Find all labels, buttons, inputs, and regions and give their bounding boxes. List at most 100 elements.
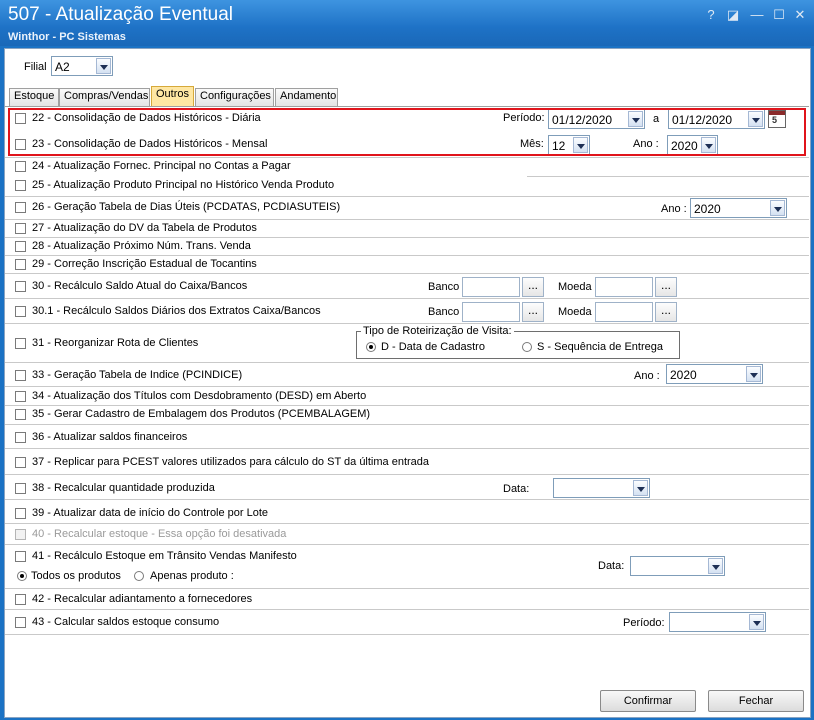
data-label-38: Data: <box>503 483 530 495</box>
checkbox-option-26[interactable] <box>15 202 26 213</box>
chevron-down-icon[interactable] <box>628 111 643 127</box>
option-31-label: 31 - Reorganizar Rota de Clientes <box>32 337 199 349</box>
radio-sequencia-entrega[interactable] <box>522 342 532 352</box>
tab-compras-vendas[interactable]: Compras/Vendas <box>59 88 150 106</box>
option-25-label: 25 - Atualização Produto Principal no Hi… <box>32 179 335 191</box>
moeda-input-30-1[interactable] <box>595 302 653 322</box>
tab-estoque[interactable]: Estoque <box>9 88 59 106</box>
chevron-down-icon[interactable] <box>748 111 763 127</box>
checkbox-option-31[interactable] <box>15 338 26 349</box>
radio-apenas-produto[interactable] <box>134 571 144 581</box>
ano-select-26[interactable]: 2020 <box>690 198 787 218</box>
row-separator <box>5 634 809 635</box>
option-22-label: 22 - Consolidação de Dados Históricos - … <box>32 112 261 124</box>
help-icon[interactable]: ? <box>702 6 720 24</box>
option-29-label: 29 - Correção Inscrição Estadual de Toca… <box>32 258 257 270</box>
checkbox-option-43[interactable] <box>15 617 26 628</box>
chevron-down-icon[interactable] <box>633 480 648 496</box>
row-separator <box>5 609 809 610</box>
moeda-label-30: Moeda <box>558 281 592 293</box>
ano-label-33: Ano : <box>634 370 660 382</box>
row-separator <box>5 588 809 589</box>
tab-configuracoes[interactable]: Configurações <box>195 88 274 106</box>
moeda-lookup-button-30-1[interactable]: ... <box>655 302 677 322</box>
moeda-lookup-button-30[interactable]: ... <box>655 277 677 297</box>
row-separator <box>5 448 809 449</box>
option-37-label: 37 - Replicar para PCEST valores utiliza… <box>32 456 430 468</box>
checkbox-option-27[interactable] <box>15 223 26 234</box>
checkbox-option-30[interactable] <box>15 281 26 292</box>
checkbox-option-33[interactable] <box>15 370 26 381</box>
data-picker-38[interactable] <box>553 478 650 498</box>
chevron-down-icon[interactable] <box>770 200 785 216</box>
fechar-button[interactable]: Fechar <box>708 690 804 712</box>
ano-select-33[interactable]: 2020 <box>666 364 763 384</box>
checkbox-option-42[interactable] <box>15 594 26 605</box>
radio-todos-produtos[interactable] <box>17 571 27 581</box>
radio-todos-produtos-label: Todos os produtos <box>31 570 121 582</box>
moeda-label-30-1: Moeda <box>558 306 592 318</box>
periodo-select-43[interactable] <box>669 612 766 632</box>
calendar-icon[interactable]: 5 <box>768 110 786 128</box>
data-picker-41[interactable] <box>630 556 725 576</box>
option-38-label: 38 - Recalcular quantidade produzida <box>32 482 215 494</box>
chevron-down-icon[interactable] <box>701 137 716 153</box>
ano-value-33: 2020 <box>670 368 697 382</box>
radio-data-cadastro[interactable] <box>366 342 376 352</box>
checkbox-option-36[interactable] <box>15 432 26 443</box>
radio-sequencia-entrega-label: S - Sequência de Entrega <box>537 341 663 353</box>
checkbox-option-22[interactable] <box>15 113 26 124</box>
option-41-label: 41 - Recálculo Estoque em Trânsito Venda… <box>32 550 297 562</box>
tab-outros[interactable]: Outros <box>151 86 194 106</box>
close-icon[interactable]: ✕ <box>791 6 809 24</box>
minimize-icon[interactable]: — <box>748 6 766 24</box>
moeda-input-30[interactable] <box>595 277 653 297</box>
checkbox-option-37[interactable] <box>15 457 26 468</box>
checkbox-option-38[interactable] <box>15 483 26 494</box>
checkbox-option-24[interactable] <box>15 161 26 172</box>
window-title: 507 - Atualização Eventual <box>8 4 233 25</box>
row-separator <box>5 386 809 387</box>
checkbox-option-34[interactable] <box>15 391 26 402</box>
option-43-label: 43 - Calcular saldos estoque consumo <box>32 616 220 628</box>
row-separator <box>5 362 809 363</box>
chevron-down-icon[interactable] <box>573 137 588 153</box>
checkbox-option-39[interactable] <box>15 508 26 519</box>
banco-input-30[interactable] <box>462 277 520 297</box>
tab-andamento[interactable]: Andamento <box>275 88 338 106</box>
chevron-down-icon[interactable] <box>708 558 723 574</box>
date-from-picker[interactable]: 01/12/2020 <box>548 109 645 129</box>
mes-select[interactable]: 12 <box>548 135 590 155</box>
row-separator <box>5 196 809 197</box>
banco-lookup-button-30[interactable]: ... <box>522 277 544 297</box>
row-separator <box>5 323 809 324</box>
restore-icon[interactable]: ◪ <box>724 6 742 24</box>
chevron-down-icon[interactable] <box>96 58 111 74</box>
checkbox-option-23[interactable] <box>15 139 26 150</box>
confirmar-button[interactable]: Confirmar <box>600 690 696 712</box>
row-separator <box>5 499 809 500</box>
banco-lookup-button-30-1[interactable]: ... <box>522 302 544 322</box>
option-28-label: 28 - Atualização Próximo Núm. Trans. Ven… <box>32 240 251 252</box>
checkbox-option-35[interactable] <box>15 409 26 420</box>
ano-label-26: Ano : <box>661 203 687 215</box>
window-subtitle: Winthor - PC Sistemas <box>8 31 126 43</box>
checkbox-option-30-1[interactable] <box>15 306 26 317</box>
mes-value: 12 <box>552 139 566 153</box>
date-to-value: 01/12/2020 <box>672 113 733 127</box>
date-to-picker[interactable]: 01/12/2020 <box>668 109 765 129</box>
checkbox-option-28[interactable] <box>15 241 26 252</box>
filial-value: A2 <box>55 60 70 74</box>
filial-label: Filial <box>24 61 47 73</box>
ano-select-23[interactable]: 2020 <box>667 135 718 155</box>
chevron-down-icon[interactable] <box>749 614 764 630</box>
maximize-icon[interactable]: ☐ <box>770 6 788 24</box>
checkbox-option-25[interactable] <box>15 180 26 191</box>
banco-input-30-1[interactable] <box>462 302 520 322</box>
checkbox-option-29[interactable] <box>15 259 26 270</box>
row-separator <box>5 424 809 425</box>
filial-select[interactable]: A2 <box>51 56 113 76</box>
checkbox-option-41[interactable] <box>15 551 26 562</box>
chevron-down-icon[interactable] <box>746 366 761 382</box>
checkbox-option-40 <box>15 529 26 540</box>
